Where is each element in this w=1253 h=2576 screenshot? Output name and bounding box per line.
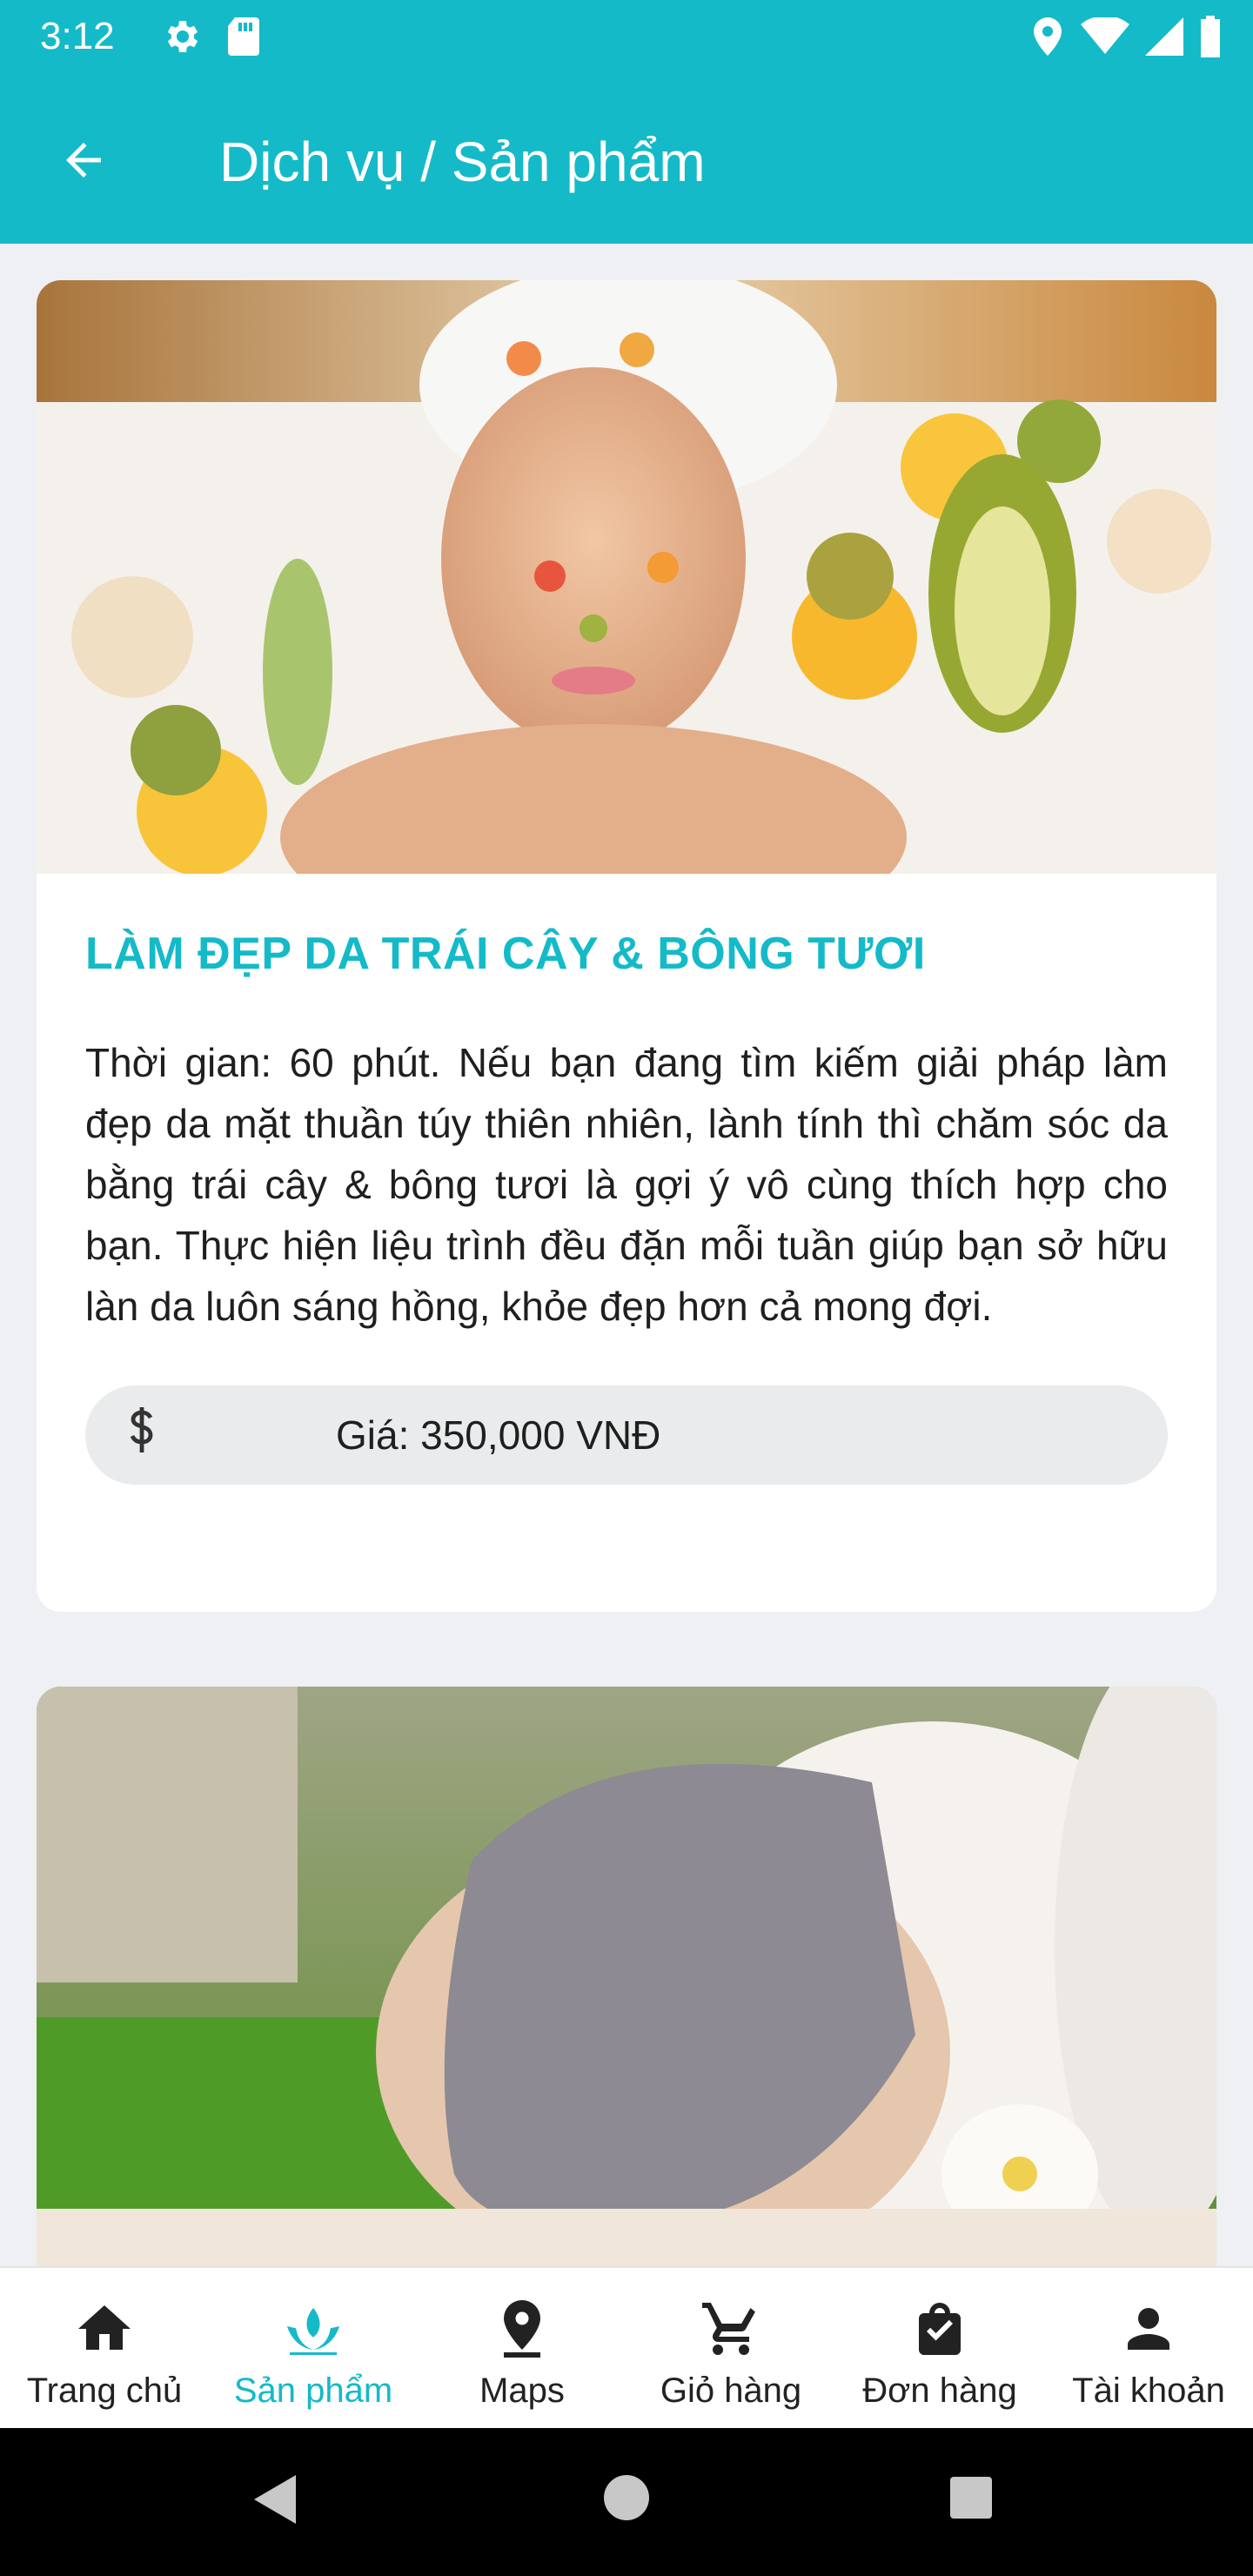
wifi-icon <box>1081 15 1129 60</box>
product-image <box>37 1687 1216 2266</box>
arrow-left-icon <box>57 134 110 191</box>
app-bar: Dịch vụ / Sản phẩm <box>0 73 1253 244</box>
product-title: LÀM ĐẸP DA TRÁI CÂY & BÔNG TƯƠI <box>85 929 926 979</box>
sd-card-icon <box>224 16 263 62</box>
product-price: Giá: 350,000 VNĐ <box>336 1412 661 1458</box>
nav-item-account[interactable]: Tài khoản <box>1044 2268 1253 2428</box>
nav-item-home[interactable]: Trang chủ <box>0 2268 209 2428</box>
signal-icon <box>1145 17 1183 60</box>
nav-label: Sản phẩm <box>233 2371 393 2410</box>
nav-label: Giỏ hàng <box>660 2371 802 2410</box>
map-pin-icon <box>487 2294 557 2364</box>
nav-item-maps[interactable]: Maps <box>418 2268 626 2428</box>
nav-label: Tài khoản <box>1072 2371 1225 2410</box>
nav-item-orders[interactable]: Đơn hàng <box>835 2268 1044 2428</box>
nav-label: Trang chủ <box>26 2371 183 2410</box>
status-time: 3:12 <box>40 15 115 57</box>
battery-icon <box>1199 16 1222 62</box>
product-list[interactable]: LÀM ĐẸP DA TRÁI CÂY & BÔNG TƯƠI Thời gia… <box>0 244 1253 2266</box>
gear-icon <box>160 16 202 62</box>
home-icon <box>70 2294 139 2364</box>
product-card[interactable]: LÀM ĐẸP DA TRÁI CÂY & BÔNG TƯƠI Thời gia… <box>37 280 1216 1612</box>
shopping-bag-icon <box>905 2294 975 2364</box>
back-triangle-icon[interactable] <box>251 2472 299 2532</box>
nav-item-products[interactable]: Sản phẩm <box>209 2268 418 2428</box>
status-bar: 3:12 <box>0 0 1253 73</box>
product-description: Thời gian: 60 phút. Nếu bạn đang tìm kiế… <box>85 1040 1168 1329</box>
page-title: Dịch vụ / Sản phẩm <box>219 131 706 193</box>
cart-icon <box>696 2294 766 2364</box>
person-icon <box>1114 2294 1183 2364</box>
nav-label: Maps <box>479 2371 565 2410</box>
dollar-icon <box>120 1405 164 1466</box>
lotus-icon <box>278 2294 348 2364</box>
product-image <box>37 280 1216 874</box>
location-icon <box>1030 16 1065 62</box>
home-circle-icon[interactable] <box>602 2473 651 2526</box>
nav-label: Đơn hàng <box>862 2371 1017 2410</box>
nav-item-cart[interactable]: Giỏ hàng <box>626 2268 835 2428</box>
bottom-navigation: Trang chủ Sản phẩm Maps Giỏ hàng Đơn hàn… <box>0 2266 1253 2428</box>
system-navigation-bar <box>0 2428 1253 2576</box>
product-card[interactable] <box>37 1687 1216 2266</box>
back-button[interactable] <box>52 131 115 193</box>
price-badge: Giá: 350,000 VNĐ <box>85 1385 1168 1485</box>
recents-square-icon[interactable] <box>948 2475 994 2525</box>
